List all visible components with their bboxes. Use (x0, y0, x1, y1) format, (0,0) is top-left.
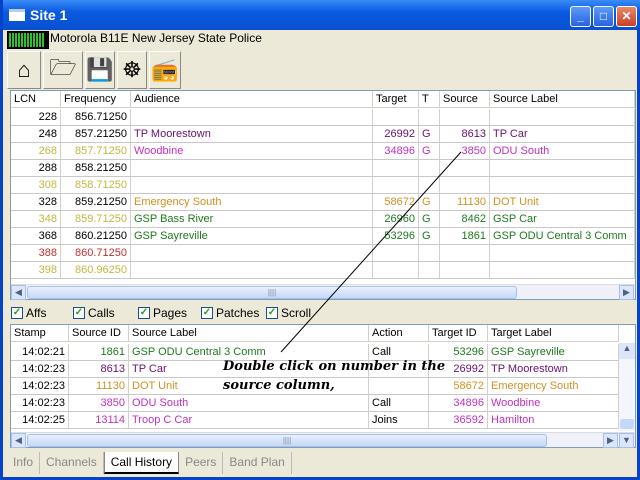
annotation-text: Double click on number in the source col… (223, 359, 446, 393)
main-window: Site 1 _ □ ✕ Motorola B11E New Jersey St… (0, 0, 640, 480)
annotation-arrow (280, 151, 462, 353)
